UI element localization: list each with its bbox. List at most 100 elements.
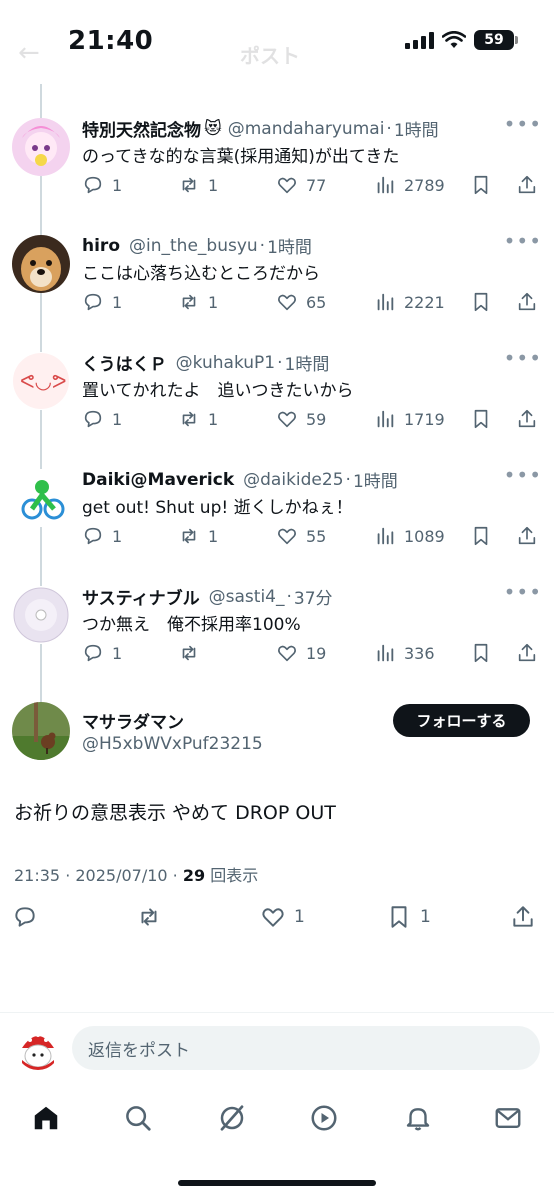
reply-author-name[interactable]: 特別天然記念物 <box>82 116 201 141</box>
repost-button[interactable] <box>178 642 208 664</box>
repost-button[interactable] <box>136 904 162 930</box>
views-icon <box>377 644 394 662</box>
home-indicator <box>178 1180 376 1186</box>
reply-button[interactable]: 1 <box>82 291 122 313</box>
reply-button[interactable]: 1 <box>82 408 122 430</box>
views-button[interactable]: 1089 <box>374 525 445 547</box>
reply-author-name[interactable]: くうはくＰ <box>82 350 167 375</box>
like-button[interactable]: 19 <box>276 642 326 664</box>
reply-author-name[interactable]: hiro <box>82 236 120 256</box>
reply-post[interactable]: ᕙ◡ᕗ くうはくＰ @kuhakuP1 · 1時間 ••• 置いてかれたよ 追いつきたいから… <box>0 346 554 469</box>
reply-button[interactable]: 1 <box>82 174 122 196</box>
avatar[interactable] <box>12 469 70 527</box>
view-label: 回表示 <box>205 866 259 885</box>
bookmark-button[interactable] <box>470 642 492 664</box>
reply-icon <box>84 527 102 545</box>
more-options-icon[interactable]: ••• <box>504 229 542 253</box>
repost-button[interactable]: 1 <box>178 525 218 547</box>
bookmark-button[interactable] <box>470 525 492 547</box>
reply-icon <box>84 176 102 194</box>
more-options-icon[interactable]: ••• <box>504 580 542 604</box>
reply-time[interactable]: 1時間 <box>353 467 398 492</box>
views-button[interactable]: 2789 <box>374 174 445 196</box>
mail-icon <box>495 1108 521 1128</box>
reply-author-handle[interactable]: @in_the_busyu <box>129 236 258 256</box>
reply-actions: 1 1 55 1089 <box>82 525 542 555</box>
more-options-icon[interactable]: ••• <box>504 463 542 487</box>
repost-button[interactable]: 1 <box>178 174 218 196</box>
my-avatar[interactable] <box>16 1026 60 1070</box>
views-button[interactable]: 2221 <box>374 291 445 313</box>
reply-post[interactable]: Daiki@Maverick @daikide25 · 1時間 ••• get out! … <box>0 463 554 586</box>
reply-post[interactable]: サスティナブル @sasti4_ · 37分 ••• つか無え 俺不採用率100% 1 19 3… <box>0 580 554 703</box>
tab-notifications[interactable] <box>400 1100 436 1136</box>
bell-icon <box>406 1108 430 1131</box>
reply-header: Daiki@Maverick @daikide25 · 1時間 <box>82 467 512 493</box>
reply-post[interactable]: hiro @in_the_busyu · 1時間 ••• ここは心落ち込むところだから 1 1… <box>0 229 554 352</box>
bookmark-button[interactable]: 1 <box>386 904 431 930</box>
like-button[interactable]: 1 <box>260 904 305 930</box>
share-button[interactable] <box>516 525 538 547</box>
views-button[interactable]: 336 <box>374 642 435 664</box>
reply-author-handle[interactable]: @mandaharyumai <box>228 119 385 139</box>
reply-count: 1 <box>112 175 123 195</box>
bookmark-icon <box>474 175 488 195</box>
reply-time[interactable]: 1時間 <box>285 350 330 375</box>
reply-input[interactable]: 返信をポスト <box>72 1026 540 1070</box>
reply-time[interactable]: 1時間 <box>394 116 439 141</box>
share-button[interactable] <box>516 642 538 664</box>
repost-icon <box>182 645 196 661</box>
bookmark-button[interactable] <box>470 291 492 313</box>
reply-author-handle[interactable]: @sasti4_ <box>209 587 285 607</box>
share-button[interactable] <box>516 174 538 196</box>
home-icon <box>34 1106 58 1130</box>
bookmark-icon <box>391 906 407 928</box>
bookmark-button[interactable] <box>470 408 492 430</box>
reply-button[interactable]: 1 <box>82 642 122 664</box>
reply-author-handle[interactable]: @daikide25 <box>243 470 343 490</box>
like-count: 19 <box>306 643 327 663</box>
reply-button[interactable] <box>12 904 38 930</box>
tab-home[interactable] <box>28 1100 64 1136</box>
avatar[interactable] <box>12 118 70 176</box>
follow-button[interactable]: フォローする <box>393 704 530 737</box>
like-button[interactable]: 59 <box>276 408 326 430</box>
reply-time[interactable]: 37分 <box>294 584 333 609</box>
bottom-tab-bar <box>0 1090 554 1146</box>
share-button[interactable] <box>510 904 536 930</box>
author-handle[interactable]: @H5xbWVxPuf23215 <box>82 734 263 754</box>
avatar[interactable] <box>12 702 70 760</box>
reply-time[interactable]: 1時間 <box>267 233 312 258</box>
reply-button[interactable]: 1 <box>82 525 122 547</box>
back-arrow-icon[interactable]: ← <box>18 38 40 68</box>
share-icon <box>518 175 536 194</box>
share-button[interactable] <box>516 408 538 430</box>
tab-search[interactable] <box>120 1100 156 1136</box>
like-button[interactable]: 65 <box>276 291 326 313</box>
more-options-icon[interactable]: ••• <box>504 346 542 370</box>
reply-author-handle[interactable]: @kuhakuP1 <box>176 353 275 373</box>
repost-button[interactable]: 1 <box>178 408 218 430</box>
tab-grok[interactable] <box>214 1100 250 1136</box>
tab-messages[interactable] <box>490 1100 526 1136</box>
like-count: 65 <box>306 292 327 312</box>
like-button[interactable]: 55 <box>276 525 326 547</box>
reply-author-name[interactable]: サスティナブル <box>82 584 200 609</box>
bookmark-button[interactable] <box>470 174 492 196</box>
views-button[interactable]: 1719 <box>374 408 445 430</box>
reply-post[interactable]: 特別天然記念物 😻 @mandaharyumai · 1時間 ••• のってきな的な言葉(採… <box>0 112 554 235</box>
avatar[interactable]: ᕙ◡ᕗ <box>12 352 70 410</box>
reply-count: 1 <box>112 292 123 312</box>
reply-author-name[interactable]: Daiki@Maverick <box>82 470 234 490</box>
more-options-icon[interactable]: ••• <box>504 112 542 136</box>
repost-count: 1 <box>208 526 219 546</box>
tab-video[interactable] <box>306 1100 342 1136</box>
reply-text: 置いてかれたよ 追いつきたいから <box>82 381 354 401</box>
like-button[interactable]: 77 <box>276 174 326 196</box>
avatar[interactable] <box>12 586 70 644</box>
repost-button[interactable]: 1 <box>178 291 218 313</box>
share-button[interactable] <box>516 291 538 313</box>
author-name[interactable]: マサラダマン <box>82 708 184 733</box>
avatar[interactable] <box>12 235 70 293</box>
battery-icon: 59 <box>474 30 518 50</box>
